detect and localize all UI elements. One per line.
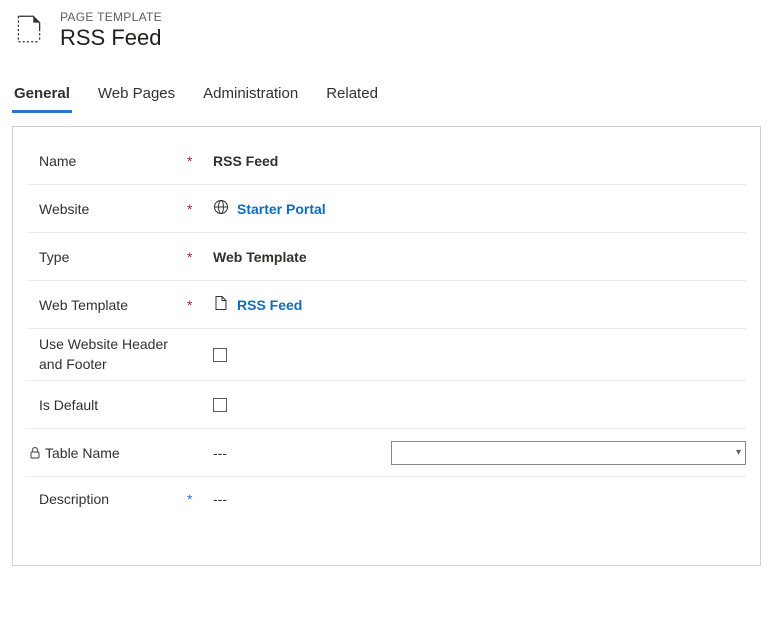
value-website[interactable]: Starter Portal	[207, 199, 746, 218]
field-is-default: Is Default	[27, 381, 746, 429]
website-link[interactable]: Starter Portal	[237, 201, 326, 217]
field-description: Description * ---	[27, 477, 746, 525]
use-header-footer-checkbox[interactable]	[213, 348, 227, 362]
label-description: Description	[27, 491, 187, 507]
is-default-checkbox[interactable]	[213, 398, 227, 412]
field-table-name: Table Name --- ▾	[27, 429, 746, 477]
required-marker: *	[187, 153, 207, 169]
tab-strip: General Web Pages Administration Related	[12, 79, 761, 114]
table-name-text: ---	[213, 445, 383, 461]
eyebrow: PAGE TEMPLATE	[60, 10, 162, 24]
value-table-name: --- ▾	[207, 441, 746, 465]
chevron-down-icon: ▾	[736, 447, 741, 458]
label-is-default: Is Default	[27, 397, 187, 413]
page-template-icon	[12, 12, 46, 49]
web-template-link[interactable]: RSS Feed	[237, 297, 302, 313]
tab-administration[interactable]: Administration	[201, 79, 300, 113]
label-type: Type	[27, 249, 187, 265]
value-is-default	[207, 398, 746, 412]
field-name: Name * RSS Feed	[27, 137, 746, 185]
tab-general[interactable]: General	[12, 79, 72, 113]
required-marker: *	[187, 201, 207, 217]
field-type: Type * Web Template	[27, 233, 746, 281]
form-panel: Name * RSS Feed Website * Starter Portal…	[12, 126, 761, 566]
recommended-marker: *	[187, 491, 207, 507]
page-title: RSS Feed	[60, 25, 162, 51]
document-icon	[213, 295, 229, 314]
value-type[interactable]: Web Template	[207, 249, 746, 265]
tab-related[interactable]: Related	[324, 79, 380, 113]
lock-icon	[27, 445, 39, 461]
value-name[interactable]: RSS Feed	[207, 153, 746, 169]
field-use-header-footer: Use Website Header and Footer	[27, 329, 746, 381]
tab-web-pages[interactable]: Web Pages	[96, 79, 177, 113]
value-web-template[interactable]: RSS Feed	[207, 295, 746, 314]
required-marker: *	[187, 249, 207, 265]
table-name-select[interactable]: ▾	[391, 441, 746, 465]
value-description[interactable]: ---	[207, 491, 746, 507]
label-use-header-footer: Use Website Header and Footer	[27, 335, 187, 374]
label-name: Name	[27, 153, 187, 169]
value-use-header-footer	[207, 348, 746, 362]
field-website: Website * Starter Portal	[27, 185, 746, 233]
required-marker: *	[187, 297, 207, 313]
label-website: Website	[27, 201, 187, 217]
label-web-template: Web Template	[27, 297, 187, 313]
label-table-name: Table Name	[27, 445, 187, 461]
field-web-template: Web Template * RSS Feed	[27, 281, 746, 329]
page-header: PAGE TEMPLATE RSS Feed	[12, 10, 761, 51]
globe-icon	[213, 199, 229, 218]
